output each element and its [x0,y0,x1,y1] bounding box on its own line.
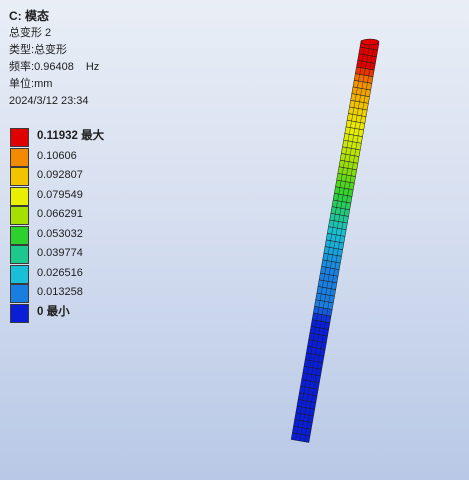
beam-top-cap [360,38,380,46]
deformed-beam-model[interactable] [290,38,380,443]
mesh-line [299,41,371,442]
model-viewport[interactable] [0,0,469,480]
mesh-line [304,42,375,442]
mesh-line [295,41,366,441]
